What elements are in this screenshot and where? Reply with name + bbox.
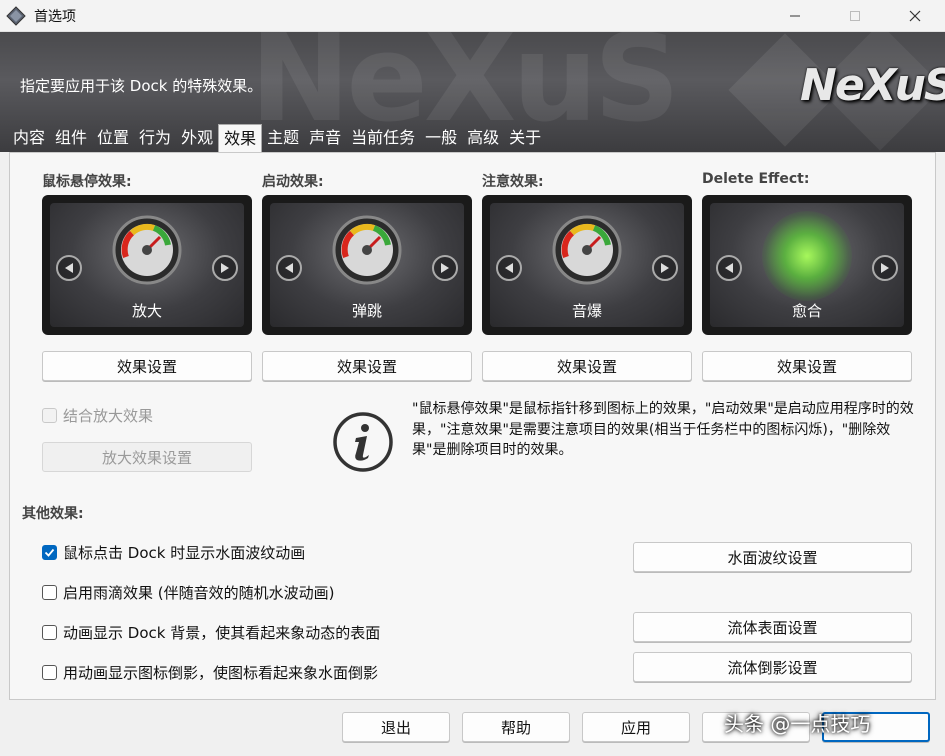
- nexus-logo: NeXuS: [800, 60, 945, 111]
- close-button[interactable]: [885, 0, 945, 32]
- option-label: 鼠标点击 Dock 时显示水面波纹动画: [63, 544, 306, 562]
- animate-background-option[interactable]: 动画显示 Dock 背景，使其看起来象动态的表面: [42, 622, 380, 643]
- previous-effect-button[interactable]: [716, 255, 742, 281]
- ripple-option[interactable]: 鼠标点击 Dock 时显示水面波纹动画: [42, 542, 305, 563]
- checkbox[interactable]: [42, 585, 57, 600]
- effect-preview: 愈合: [702, 195, 912, 335]
- option-label: 动画显示 Dock 背景，使其看起来象动态的表面: [63, 624, 381, 642]
- option-label: 用动画显示图标倒影，使图标看起来象水面倒影: [63, 664, 379, 682]
- tab-item[interactable]: 效果: [218, 124, 263, 153]
- effect-name: 放大: [131, 302, 162, 320]
- effect-column: 鼠标悬停效果: 放大效果设置: [42, 171, 252, 381]
- previous-effect-button[interactable]: [496, 255, 522, 281]
- checkmark-icon: [44, 548, 55, 557]
- close-icon: [909, 10, 921, 22]
- previous-effect-button[interactable]: [276, 255, 302, 281]
- effect-settings-button[interactable]: 效果设置: [702, 351, 912, 381]
- app-diamond-icon: [6, 5, 26, 26]
- window-title: 首选项: [34, 8, 76, 25]
- effect-name: 音爆: [571, 302, 602, 320]
- gauge-icon: [332, 215, 402, 285]
- effect-settings-button[interactable]: 效果设置: [482, 351, 692, 381]
- effect-settings-button[interactable]: 效果设置: [262, 351, 472, 381]
- fluid-surface-settings-button[interactable]: 流体表面设置: [633, 612, 912, 642]
- title-bar: 首选项: [0, 0, 945, 32]
- tab-item[interactable]: 高级: [462, 124, 504, 152]
- checkbox[interactable]: [42, 625, 57, 640]
- tab-item[interactable]: 行为: [134, 124, 176, 152]
- checkbox[interactable]: [42, 545, 57, 560]
- gauge-icon: [552, 215, 622, 285]
- previous-effect-button[interactable]: [56, 255, 82, 281]
- arrow-left-icon: [725, 263, 733, 273]
- help-button[interactable]: 帮助: [462, 712, 570, 742]
- effect-label: 鼠标悬停效果:: [42, 174, 132, 190]
- effect-column: Delete Effect: 愈合效果设置: [702, 171, 912, 381]
- minimize-button[interactable]: [765, 0, 825, 32]
- effect-preview: 放大: [42, 195, 252, 335]
- effect-label: 启动效果:: [262, 174, 324, 190]
- next-effect-button[interactable]: [872, 255, 898, 281]
- raindrop-option[interactable]: 启用雨滴效果 (伴随音效的随机水波动画): [42, 582, 334, 603]
- effect-column: 启动效果: 弹跳效果设置: [262, 171, 472, 381]
- animate-reflection-option[interactable]: 用动画显示图标倒影，使图标看起来象水面倒影: [42, 662, 378, 683]
- effects-panel: 鼠标悬停效果: 放大 效果设置 启动效果: 弹跳 效果设置 注意效果: 音爆 效果设置 Delet…: [9, 152, 936, 700]
- other-effects-heading: 其他效果:: [22, 506, 84, 522]
- tab-item[interactable]: 当前任务: [346, 124, 420, 152]
- effect-label: Delete Effect:: [702, 171, 810, 187]
- arrow-right-icon: [221, 263, 229, 273]
- checkbox[interactable]: [42, 665, 57, 680]
- arrow-left-icon: [285, 263, 293, 273]
- next-effect-button[interactable]: [212, 255, 238, 281]
- maximize-icon: [850, 11, 860, 21]
- combine-zoom-checkbox: 结合放大效果: [42, 405, 153, 426]
- tab-item[interactable]: 关于: [504, 124, 546, 152]
- arrow-right-icon: [661, 263, 669, 273]
- info-description: "鼠标悬停效果"是鼠标指针移到图标上的效果，"启动效果"是启动应用程序时的效果，…: [412, 401, 914, 458]
- effect-label: 注意效果:: [482, 174, 544, 190]
- arrow-right-icon: [881, 263, 889, 273]
- tab-item[interactable]: 外观: [176, 124, 218, 152]
- tab-item[interactable]: 一般: [420, 124, 462, 152]
- arrow-right-icon: [441, 263, 449, 273]
- tab-item[interactable]: 位置: [92, 124, 134, 152]
- exit-button[interactable]: 退出: [342, 712, 450, 742]
- arrow-left-icon: [505, 263, 513, 273]
- option-label: 启用雨滴效果 (伴随音效的随机水波动画): [63, 584, 335, 602]
- watermark: 头条 @一点技巧: [724, 712, 871, 736]
- effect-name: 愈合: [791, 302, 822, 320]
- effect-name: 弹跳: [351, 302, 382, 320]
- tab-bar: 内容 组件 位置 行为 外观 效果 主题 声音 当前任务 一般 高级 关于: [8, 124, 546, 153]
- maximize-button: [825, 0, 885, 32]
- checkbox: [42, 408, 57, 423]
- next-effect-button[interactable]: [652, 255, 678, 281]
- tab-item[interactable]: 声音: [304, 124, 346, 152]
- tab-item[interactable]: 组件: [50, 124, 92, 152]
- ripple-settings-button[interactable]: 水面波纹设置: [633, 542, 912, 572]
- combine-zoom-label: 结合放大效果: [63, 407, 154, 425]
- green-glow-icon: [762, 211, 852, 301]
- apply-button[interactable]: 应用: [582, 712, 690, 742]
- fluid-reflection-settings-button[interactable]: 流体倒影设置: [633, 652, 912, 682]
- next-effect-button[interactable]: [432, 255, 458, 281]
- gauge-icon: [112, 215, 182, 285]
- tab-item[interactable]: 主题: [262, 124, 304, 152]
- effect-preview: 弹跳: [262, 195, 472, 335]
- effect-settings-button[interactable]: 效果设置: [42, 351, 252, 381]
- zoom-settings-button: 放大效果设置: [42, 442, 252, 472]
- arrow-left-icon: [65, 263, 73, 273]
- banner-description: 指定要应用于该 Dock 的特殊效果。: [20, 77, 263, 95]
- info-icon: [333, 412, 393, 472]
- effect-preview: 音爆: [482, 195, 692, 335]
- minimize-icon: [790, 15, 800, 17]
- effect-column: 注意效果: 音爆效果设置: [482, 171, 692, 381]
- tab-item[interactable]: 内容: [8, 124, 50, 152]
